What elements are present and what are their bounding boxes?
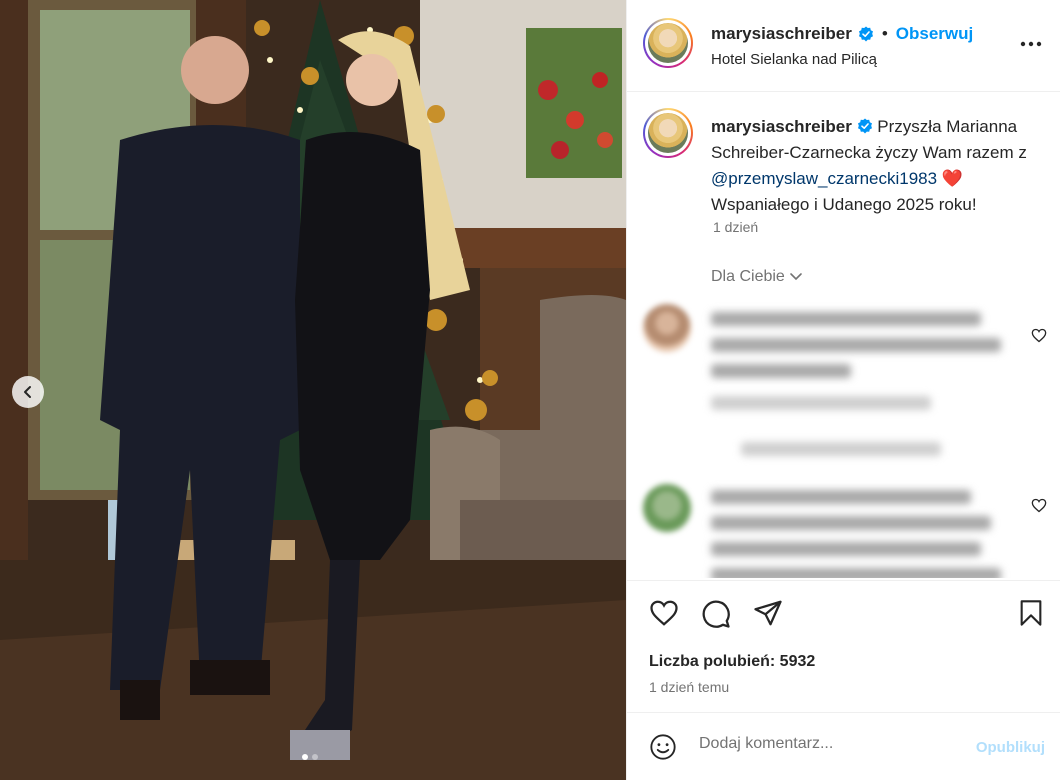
- verified-badge-icon: [858, 26, 873, 42]
- author-username[interactable]: marysiaschreiber: [711, 24, 852, 44]
- caption-body-2: Wspaniałego i Udanego 2025 roku!: [711, 195, 977, 214]
- likes-count[interactable]: Liczba polubień: 5932: [649, 653, 815, 671]
- verified-badge-icon: [857, 118, 872, 134]
- comment-button[interactable]: [701, 599, 731, 634]
- post-actions: Liczba polubień: 5932 1 dzień temu: [627, 580, 1060, 710]
- heart-emoji: ❤️: [941, 169, 963, 188]
- heart-outline-icon: [1031, 328, 1047, 343]
- post-date: 1 dzień temu: [649, 679, 730, 695]
- chevron-down-icon: [790, 273, 802, 281]
- comment-bubble-icon: [702, 600, 730, 628]
- caption-avatar[interactable]: [643, 108, 693, 158]
- bookmark-icon: [1020, 600, 1042, 626]
- separator-dot: •: [881, 24, 888, 43]
- more-options-button[interactable]: [1020, 34, 1042, 52]
- comment-meta-blurred: [711, 396, 931, 422]
- author-row: marysiaschreiber • Obserwuj: [711, 24, 973, 44]
- post-photo[interactable]: [0, 0, 626, 780]
- post-sidebar: marysiaschreiber • Obserwuj Hotel Sielan…: [626, 0, 1060, 780]
- follow-button[interactable]: Obserwuj: [896, 24, 973, 44]
- photo-scene: [0, 0, 626, 780]
- caption-username[interactable]: marysiaschreiber: [711, 117, 852, 136]
- post-header: marysiaschreiber • Obserwuj Hotel Sielan…: [627, 0, 1060, 92]
- save-button[interactable]: [1019, 599, 1043, 632]
- carousel-dot: [312, 754, 318, 760]
- comment-like-button[interactable]: [1031, 498, 1047, 518]
- heart-outline-icon: [1031, 498, 1047, 513]
- caption-text: marysiaschreiber Przyszła Marianna Schre…: [711, 114, 1041, 218]
- comment-input[interactable]: [699, 735, 949, 753]
- comment-like-button[interactable]: [1031, 328, 1047, 348]
- view-replies-blurred: [711, 442, 941, 468]
- heart-outline-icon: [650, 600, 678, 626]
- caption-mention-link[interactable]: @przemyslaw_czarnecki1983: [711, 169, 937, 188]
- comment-avatar[interactable]: [643, 304, 691, 352]
- carousel-indicator: [302, 754, 318, 760]
- smiley-face-icon: [650, 734, 676, 760]
- avatar[interactable]: [643, 18, 693, 68]
- chevron-left-icon: [24, 386, 31, 398]
- carousel-dot: [302, 754, 308, 760]
- send-paper-plane-icon: [754, 600, 782, 626]
- publish-button[interactable]: Opublikuj: [976, 739, 1045, 756]
- comments-sort-dropdown[interactable]: Dla Ciebie: [711, 268, 803, 286]
- caption-timestamp[interactable]: 1 dzień: [713, 219, 758, 235]
- comment-blurred-text: [711, 490, 1001, 578]
- location-link[interactable]: Hotel Sielanka nad Pilicą: [711, 51, 877, 68]
- add-comment-bar: Opublikuj: [627, 712, 1060, 780]
- previous-photo-button[interactable]: [12, 376, 44, 408]
- share-button[interactable]: [753, 599, 783, 632]
- comment-avatar[interactable]: [643, 484, 691, 532]
- comment-blurred-text: [711, 312, 1001, 390]
- like-button[interactable]: [649, 599, 679, 632]
- more-options-icon: [1020, 41, 1042, 47]
- comments-sort-label: Dla Ciebie: [711, 268, 785, 285]
- comments-list[interactable]: [627, 296, 1060, 578]
- emoji-picker-button[interactable]: [649, 733, 677, 766]
